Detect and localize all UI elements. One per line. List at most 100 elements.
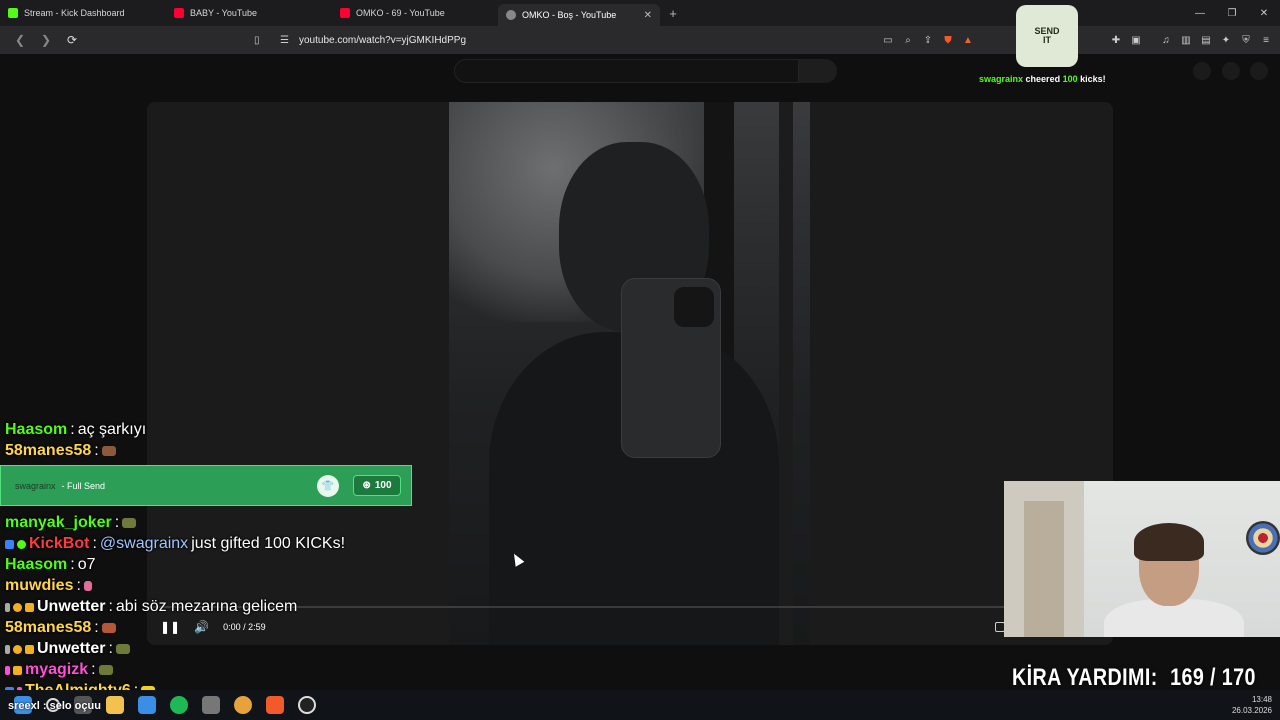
chat-text: just gifted 100 KICKs!: [191, 535, 346, 552]
tab-omko-bos-youtube[interactable]: OMKO - Boş - YouTube ✕: [498, 4, 660, 26]
rent-goal-counter: KİRA YARDIMI: 169 / 170: [1012, 664, 1256, 692]
reload-button[interactable]: ⟳: [62, 30, 82, 50]
tab-baby-youtube[interactable]: BABY - YouTube: [166, 0, 332, 26]
chat-username: 58manes58: [5, 619, 92, 636]
bookmark-icon[interactable]: ▯: [254, 35, 260, 46]
spotify-icon[interactable]: [170, 696, 188, 714]
chat-message: Haasom : aç şarkıyı: [5, 421, 146, 439]
tab-label: Stream - Kick Dashboard: [24, 8, 125, 18]
wallet-icon[interactable]: ▤: [1198, 32, 1214, 48]
youtube-favicon-icon: [174, 8, 184, 18]
chrome-icon[interactable]: [234, 696, 252, 714]
emote-icon: [98, 665, 113, 675]
kick-favicon-icon: [8, 8, 18, 18]
og-badge-icon: [13, 644, 22, 654]
chat-mention: @swagrainx: [99, 535, 189, 552]
tab-label: OMKO - 69 - YouTube: [356, 8, 445, 18]
avatar[interactable]: [1250, 62, 1268, 80]
chat-username: myagizk: [25, 661, 89, 678]
chat-username: manyak_joker: [5, 514, 112, 531]
menu-icon[interactable]: ≡: [1258, 32, 1274, 48]
notifications-icon[interactable]: [1222, 62, 1240, 80]
brave-shield-icon[interactable]: ⛊: [940, 32, 956, 48]
video-phone-camera: [674, 287, 714, 327]
founder-badge-icon: [13, 665, 22, 675]
audio-favicon-icon: [506, 10, 516, 20]
full-send-alert: swagrainx - Full Send 👕 ⊛ 100: [0, 465, 412, 506]
chat-separator: :: [114, 514, 120, 531]
full-send-amount-badge: ⊛ 100: [353, 475, 401, 496]
search-input[interactable]: [454, 59, 799, 83]
brave-icon[interactable]: [266, 696, 284, 714]
extensions-icon[interactable]: ✚: [1108, 32, 1124, 48]
rent-goal-value: 169 / 170: [1170, 664, 1256, 691]
kick-coin-icon: ⊛: [362, 480, 371, 491]
chat-separator: :: [91, 661, 96, 678]
chat-message: 58manes58 :: [5, 619, 116, 637]
chat-username: Unwetter: [37, 598, 106, 615]
obs-icon[interactable]: [298, 696, 316, 714]
chat-separator: :: [70, 556, 75, 573]
volume-icon[interactable]: 🔊: [194, 620, 209, 634]
chat-bottom-line: sreexl : selo oçuu: [8, 700, 101, 712]
pause-button[interactable]: ❚❚: [160, 620, 180, 634]
send-it-sticker: SEND IT: [1016, 5, 1078, 67]
chat-message: muwdies :: [5, 577, 92, 595]
store-icon[interactable]: [138, 696, 156, 714]
share-icon[interactable]: ⇪: [920, 32, 936, 48]
minimize-button[interactable]: —: [1184, 0, 1216, 26]
chat-text: o7: [77, 556, 96, 573]
sub-badge-icon: [5, 644, 10, 654]
emote-icon: [115, 644, 130, 654]
sidebar-icon[interactable]: ▥: [1178, 32, 1194, 48]
cast-icon[interactable]: ▭: [880, 32, 896, 48]
video-window-frame: [779, 102, 793, 645]
clock-time: 13:48: [1251, 695, 1272, 704]
emote-icon: [101, 623, 116, 633]
webcam-dartboard: [1246, 521, 1280, 555]
bot-badge-icon: [5, 539, 14, 549]
full-send-amount: 100: [374, 480, 392, 491]
zoom-icon[interactable]: ⌕: [900, 32, 916, 48]
calculator-icon[interactable]: [202, 696, 220, 714]
og-badge-icon: [13, 602, 22, 612]
full-send-label: - Full Send: [61, 480, 106, 491]
forward-button[interactable]: ❯: [36, 30, 56, 50]
tab-kick-dashboard[interactable]: Stream - Kick Dashboard: [0, 0, 166, 26]
cheer-amount: 100: [1062, 74, 1078, 84]
chat-username: 58manes58: [5, 442, 92, 459]
chat-message: KickBot : @swagrainx just gifted 100 KIC…: [5, 535, 345, 553]
back-button[interactable]: ❮: [10, 30, 30, 50]
rent-goal-label: KİRA YARDIMI:: [1012, 664, 1158, 691]
site-info-icon[interactable]: ☰: [280, 35, 289, 46]
chat-message: Haasom : o7: [5, 556, 96, 574]
music-icon[interactable]: ♫: [1158, 32, 1174, 48]
time-display: 0:00 / 2:59: [223, 622, 266, 632]
chat-text: aç şarkıyı: [77, 421, 147, 438]
close-tab-icon[interactable]: ✕: [644, 10, 652, 21]
emote-icon: [83, 581, 92, 591]
search-button[interactable]: [799, 59, 837, 83]
player-controls: ❚❚ 🔊 0:00 / 2:59: [160, 616, 266, 638]
file-explorer-icon[interactable]: [106, 696, 124, 714]
chat-separator: :: [70, 421, 75, 438]
tab-manager-icon[interactable]: ▣: [1128, 32, 1144, 48]
video-frame[interactable]: [449, 102, 810, 645]
brave-rewards-icon[interactable]: ▲: [960, 32, 976, 48]
vpn-icon[interactable]: ⛨: [1238, 32, 1254, 48]
chat-message: Unwetter : abi söz mezarına gelicem: [5, 598, 297, 616]
cheer-alert: swagrainx cheered 100 kicks!: [979, 74, 1106, 84]
maximize-button[interactable]: ❐: [1216, 0, 1248, 26]
webcam-doorway: [1024, 501, 1064, 637]
new-tab-button[interactable]: +: [660, 0, 686, 26]
chat-username: Unwetter: [37, 640, 106, 657]
tab-label: BABY - YouTube: [190, 8, 258, 18]
chat-text: abi söz mezarına gelicem: [115, 598, 298, 615]
leo-ai-icon[interactable]: ✦: [1218, 32, 1234, 48]
close-window-button[interactable]: ✕: [1248, 0, 1280, 26]
system-clock[interactable]: 13:48 26.03.2026: [1232, 694, 1272, 716]
tab-omko-69-youtube[interactable]: OMKO - 69 - YouTube: [332, 0, 498, 26]
create-icon[interactable]: [1193, 62, 1211, 80]
cheer-user: swagrainx: [979, 74, 1024, 84]
chat-username: KickBot: [29, 535, 90, 552]
